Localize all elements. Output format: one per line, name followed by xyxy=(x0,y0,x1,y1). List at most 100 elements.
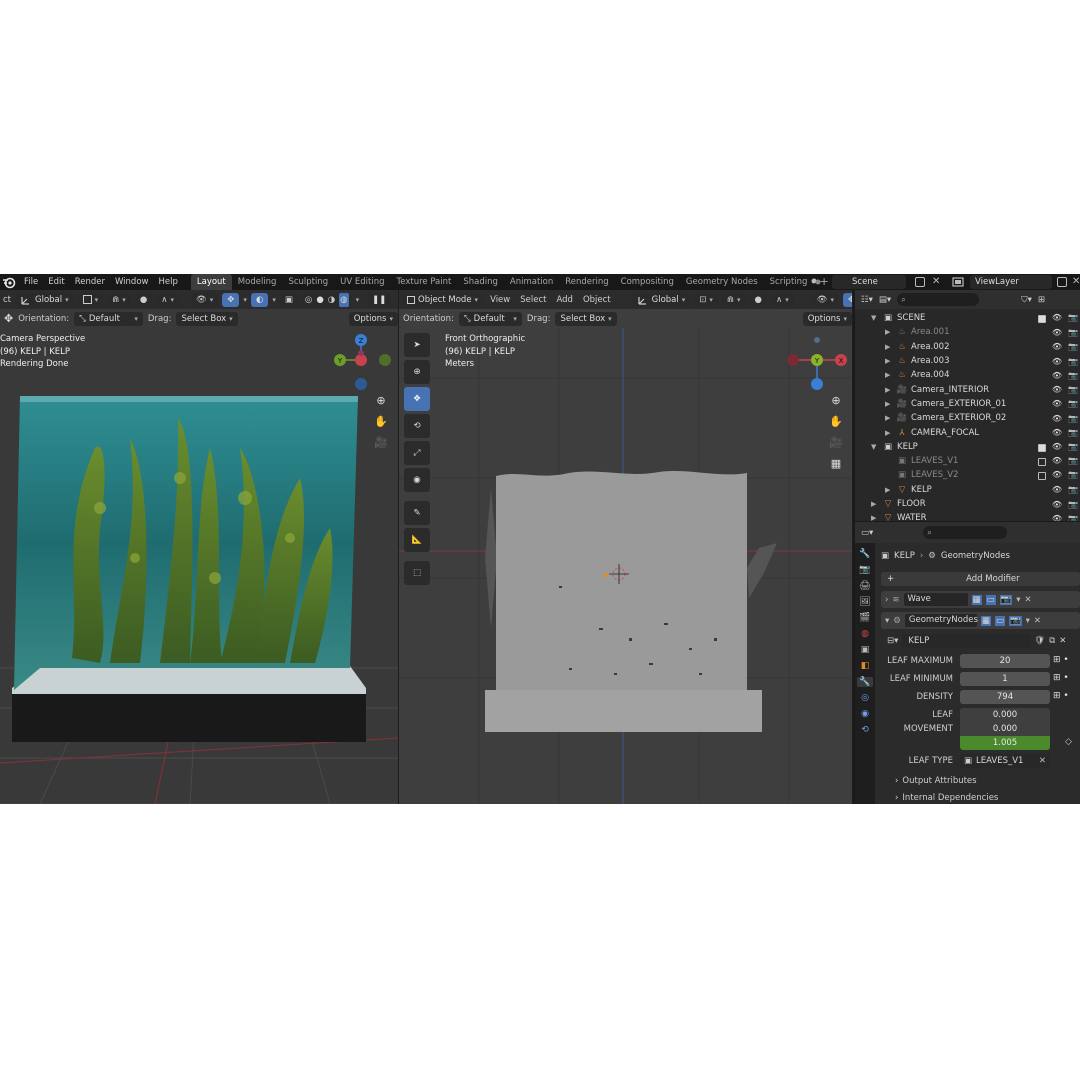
gizmo-toggle[interactable]: ✥ xyxy=(222,292,240,307)
overlays-toggle[interactable]: ◐ xyxy=(250,292,269,307)
node-group-name[interactable]: KELP xyxy=(902,633,1031,648)
move-tool-button[interactable]: ✥ xyxy=(404,387,430,411)
filter-icon[interactable]: ⛉▾ xyxy=(1021,295,1032,305)
viewport-toggle-icon[interactable]: ▭ xyxy=(994,615,1005,626)
chevron-down-icon[interactable]: ▾ xyxy=(1026,616,1030,626)
tab-modeling[interactable]: Modeling xyxy=(232,274,283,290)
render-camera-icon[interactable]: 📷 xyxy=(1068,342,1078,351)
outliner-search[interactable]: ⌕ xyxy=(897,293,980,306)
panel-header[interactable]: › Output Attributes xyxy=(895,776,977,786)
exclude-checkbox[interactable] xyxy=(1037,315,1046,324)
add-modifier-button[interactable]: + Add Modifier xyxy=(881,572,1080,586)
left-viewport[interactable]: ct Global ▾ ▾ ⋒ ▾ ● ∧ ▾ 👁 ▾ ✥ ▾ ◐ ▾ ▣ ◎ ● ◑… xyxy=(0,290,398,804)
display-mode-icon[interactable]: ▤▾ xyxy=(879,295,891,305)
leaf-movement-component[interactable]: 1.005 xyxy=(960,736,1050,750)
render-camera-icon[interactable]: 📷 xyxy=(1068,414,1078,423)
modifier-name-field[interactable]: GeometryNodes xyxy=(904,614,978,627)
render-camera-icon[interactable]: 📷 xyxy=(1068,500,1078,509)
properties-search[interactable]: ⌕ xyxy=(923,526,1008,539)
menu-window[interactable]: Window xyxy=(110,274,154,290)
visibility-dropdown[interactable]: 👁 ▾ xyxy=(190,292,219,307)
eye-icon[interactable]: 👁 xyxy=(1052,470,1062,480)
render-camera-icon[interactable]: 📷 xyxy=(1068,399,1078,408)
select-tool-button[interactable]: ➤ xyxy=(404,333,430,357)
render-tab-icon[interactable]: 📷 xyxy=(859,565,870,575)
input-value-field[interactable]: 1 xyxy=(960,672,1050,686)
clear-icon[interactable]: ✕ xyxy=(1039,754,1046,768)
exclude-checkbox[interactable] xyxy=(1037,472,1046,481)
world-tab-icon[interactable]: ◍ xyxy=(861,629,869,639)
modifier-name-field[interactable]: Wave xyxy=(903,593,968,606)
render-camera-icon[interactable]: 📷 xyxy=(1068,385,1078,394)
pause-render-button[interactable]: ❚❚ xyxy=(367,292,392,307)
falloff-dropdown[interactable]: ∧ ▾ xyxy=(156,292,179,307)
chevron-right-icon[interactable]: ▶ xyxy=(885,429,895,437)
falloff-dropdown[interactable]: ∧ ▾ xyxy=(770,292,794,307)
transform-orientation-dropdown[interactable]: Global ▾ xyxy=(631,292,691,307)
chevron-right-icon[interactable]: ▶ xyxy=(885,357,895,365)
render-toggle-icon[interactable]: 📷 xyxy=(1008,615,1022,626)
pivot-point-dropdown[interactable]: ⊡ ▾ xyxy=(694,292,718,307)
delete-scene-icon[interactable]: ✕ xyxy=(932,276,940,287)
rendered-shading-icon[interactable]: ◍ xyxy=(339,292,349,307)
tab-scripting[interactable]: Scripting xyxy=(764,274,814,290)
eye-icon[interactable]: 👁 xyxy=(1052,414,1062,423)
snap-dropdown[interactable]: ⋒ ▾ xyxy=(721,292,746,307)
scene-selector[interactable]: Scene xyxy=(832,275,906,289)
chevron-right-icon[interactable]: ▶ xyxy=(885,328,895,336)
navigation-gizmo[interactable]: X Y xyxy=(785,330,849,400)
chevron-right-icon[interactable]: ▶ xyxy=(885,343,895,351)
outliner-row[interactable]: ▶ ♨ Area.004 👁 📷 xyxy=(855,368,1080,382)
camera-view-icon[interactable]: 🎥 xyxy=(374,436,388,449)
drag-dropdown[interactable]: Select Box ▾ xyxy=(176,311,238,326)
new-view-layer-icon[interactable] xyxy=(1057,277,1067,287)
tab-texture-paint[interactable]: Texture Paint xyxy=(391,274,458,290)
eye-icon[interactable]: 👁 xyxy=(1052,442,1062,452)
menu-view[interactable]: View xyxy=(487,295,513,305)
particles-tab-icon[interactable]: ◎ xyxy=(861,693,869,703)
new-scene-icon[interactable] xyxy=(915,277,925,287)
view-layer-tab-icon[interactable]: 🖼 xyxy=(859,597,870,607)
eye-icon[interactable]: 👁 xyxy=(1052,313,1062,323)
eye-icon[interactable]: 👁 xyxy=(1052,428,1062,437)
scene-icon[interactable] xyxy=(810,276,822,288)
render-camera-icon[interactable]: 📷 xyxy=(1068,313,1078,323)
orientation-dropdown[interactable]: ⤡ Default ▾ xyxy=(74,311,143,326)
outliner-row[interactable]: ▶ 🎥 Camera_INTERIOR 👁 📷 xyxy=(855,383,1080,397)
visibility-dropdown[interactable]: 👁 ▾ xyxy=(811,292,840,307)
keyframe-icon[interactable]: ◇ xyxy=(1065,737,1072,747)
eye-icon[interactable]: 👁 xyxy=(1052,357,1062,366)
duplicate-icon[interactable]: ⧉ xyxy=(1049,636,1055,646)
scene-tab-icon[interactable]: 🎬 xyxy=(859,613,870,623)
outliner-row[interactable]: ▶ ♨ Area.003 👁 📷 xyxy=(855,354,1080,368)
render-camera-icon[interactable]: 📷 xyxy=(1068,456,1078,466)
transform-orientation-dropdown[interactable]: Global ▾ xyxy=(15,292,74,307)
render-camera-icon[interactable]: 📷 xyxy=(1068,428,1078,437)
chevron-right-icon[interactable]: ▶ xyxy=(885,386,895,394)
eye-icon[interactable]: 👁 xyxy=(1052,328,1062,337)
physics-tab-icon[interactable]: ◉ xyxy=(861,709,869,719)
chevron-right-icon[interactable]: › xyxy=(885,595,888,605)
leaf-type-field[interactable]: ▣ LEAVES_V1 ✕ xyxy=(960,754,1050,768)
collection-tab-icon[interactable]: ▣ xyxy=(861,645,870,655)
zoom-icon[interactable]: ⊕ xyxy=(376,394,385,407)
outliner-row[interactable]: ▣ LEAVES_V2 👁 📷 xyxy=(855,468,1080,482)
chevron-right-icon[interactable]: ▶ xyxy=(871,500,881,508)
proportional-edit-toggle[interactable]: ● xyxy=(749,292,767,307)
outliner-row[interactable]: ▶ 🎥 Camera_EXTERIOR_02 👁 📷 xyxy=(855,411,1080,425)
proportional-edit-toggle[interactable]: ● xyxy=(134,292,153,307)
outliner-row[interactable]: ▶ ⅄ CAMERA_FOCAL 👁 📷 xyxy=(855,425,1080,439)
camera-view-icon[interactable]: 🎥 xyxy=(829,436,843,449)
outliner-row[interactable]: ▶ ▽ FLOOR 👁 📷 xyxy=(855,497,1080,511)
unlink-icon[interactable]: ✕ xyxy=(1059,636,1066,646)
right-viewport[interactable]: Object Mode ▾ View Select Add Object Glo… xyxy=(399,290,852,804)
delete-view-layer-icon[interactable]: ✕ xyxy=(1072,276,1080,287)
eye-icon[interactable]: 👁 xyxy=(1052,485,1062,494)
outliner-row[interactable]: ▶ ▽ KELP 👁 📷 xyxy=(855,483,1080,497)
options-dropdown[interactable]: Options ▾ xyxy=(802,311,852,326)
annotate-tool-button[interactable]: ✎ xyxy=(404,501,430,525)
menu-edit[interactable]: Edit xyxy=(43,274,69,290)
render-toggle-icon[interactable]: 📷 xyxy=(999,594,1013,605)
mode-dropdown[interactable]: Object Mode ▾ xyxy=(402,292,484,307)
snap-dropdown[interactable]: ⋒ ▾ xyxy=(107,292,131,307)
